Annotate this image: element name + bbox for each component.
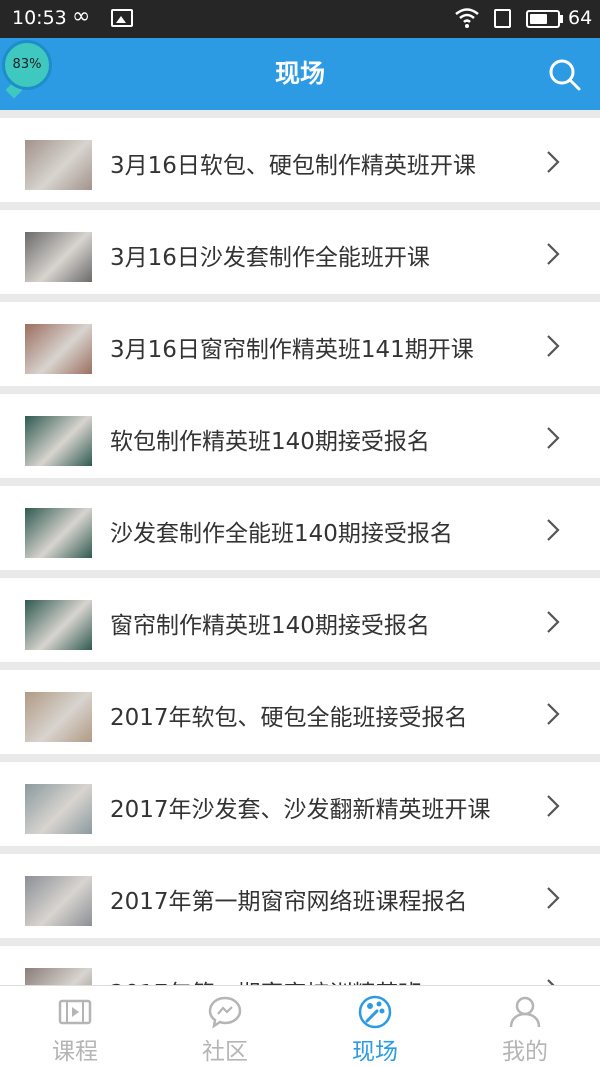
list-item[interactable]: 软包制作精英班140期接受报名 xyxy=(0,394,600,478)
item-thumbnail xyxy=(25,508,92,558)
list-item[interactable]: 2017年第二期窗帘培训精英班 xyxy=(0,946,600,985)
item-thumbnail xyxy=(25,784,92,834)
wifi-icon xyxy=(454,5,480,36)
chevron-right-icon xyxy=(547,427,560,449)
list-item[interactable]: 2017年沙发套、沙发翻新精英班开课 xyxy=(0,762,600,846)
header: 现场 xyxy=(0,38,600,110)
live-icon xyxy=(358,995,392,1029)
infinity-icon: ∞ xyxy=(72,4,91,29)
item-thumbnail xyxy=(25,324,92,374)
tab-live[interactable]: 现场 xyxy=(300,986,450,1067)
chevron-right-icon xyxy=(547,611,560,633)
item-thumbnail xyxy=(25,968,92,985)
item-title: 2017年第二期窗帘培训精英班 xyxy=(110,974,422,985)
status-time: 10:53 xyxy=(12,7,67,29)
item-title: 软包制作精英班140期接受报名 xyxy=(110,429,430,455)
chat-icon xyxy=(208,996,242,1029)
item-thumbnail xyxy=(25,232,92,282)
item-title: 2017年软包、硬包全能班接受报名 xyxy=(110,705,468,731)
list-item[interactable]: 2017年第一期窗帘网络班课程报名 xyxy=(0,854,600,938)
chevron-right-icon xyxy=(547,151,560,173)
chevron-right-icon xyxy=(547,519,560,541)
item-thumbnail xyxy=(25,600,92,650)
tab-label: 我的 xyxy=(502,1039,548,1065)
list-item[interactable]: 3月16日窗帘制作精英班141期开课 xyxy=(0,302,600,386)
chevron-right-icon xyxy=(547,335,560,357)
item-thumbnail xyxy=(25,876,92,926)
item-title: 2017年沙发套、沙发翻新精英班开课 xyxy=(110,797,491,823)
list-item[interactable]: 2017年软包、硬包全能班接受报名 xyxy=(0,670,600,754)
item-thumbnail xyxy=(25,140,92,190)
list-item[interactable]: 窗帘制作精英班140期接受报名 xyxy=(0,578,600,662)
chevron-right-icon xyxy=(547,979,555,985)
page-title: 现场 xyxy=(274,59,325,88)
item-title: 沙发套制作全能班140期接受报名 xyxy=(110,521,453,547)
item-thumbnail xyxy=(25,416,92,466)
item-title: 2017年第一期窗帘网络班课程报名 xyxy=(110,889,468,915)
search-icon[interactable] xyxy=(548,58,582,92)
chevron-right-icon xyxy=(547,243,560,265)
list-item[interactable]: 3月16日沙发套制作全能班开课 xyxy=(0,210,600,294)
item-title: 窗帘制作精英班140期接受报名 xyxy=(110,613,430,639)
image-icon xyxy=(111,9,133,27)
item-title: 3月16日沙发套制作全能班开课 xyxy=(110,245,430,271)
tab-label: 课程 xyxy=(52,1039,98,1065)
item-thumbnail xyxy=(25,692,92,742)
tab-label: 社区 xyxy=(202,1039,248,1065)
tab-profile[interactable]: 我的 xyxy=(450,986,600,1067)
tab-label: 现场 xyxy=(352,1039,398,1065)
battery-icon xyxy=(526,10,560,28)
battery-cap xyxy=(560,15,563,23)
tab-courses[interactable]: 课程 xyxy=(0,986,150,1067)
chevron-right-icon xyxy=(547,703,560,725)
battery-level: 64 xyxy=(568,7,593,29)
film-icon xyxy=(58,999,92,1025)
chevron-right-icon xyxy=(547,795,560,817)
progress-bubble[interactable]: 83% xyxy=(2,40,52,90)
status-bar: 10:53 ∞ 64 xyxy=(0,0,600,38)
chevron-right-icon xyxy=(547,887,560,909)
list-item[interactable]: 3月16日软包、硬包制作精英班开课 xyxy=(0,118,600,202)
sim-icon xyxy=(494,9,511,28)
item-title: 3月16日窗帘制作精英班141期开课 xyxy=(110,337,474,363)
item-title: 3月16日软包、硬包制作精英班开课 xyxy=(110,153,476,179)
tab-community[interactable]: 社区 xyxy=(150,986,300,1067)
live-list: 3月16日软包、硬包制作精英班开课 3月16日沙发套制作全能班开课 3月16日窗… xyxy=(0,118,600,985)
list-item[interactable]: 沙发套制作全能班140期接受报名 xyxy=(0,486,600,570)
bottom-tab-bar: 课程 社区 现场 我的 xyxy=(0,985,600,1067)
user-icon xyxy=(509,996,541,1028)
